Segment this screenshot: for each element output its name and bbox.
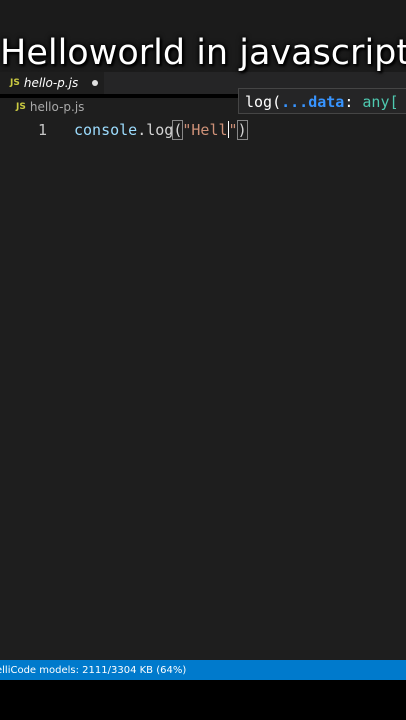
video-caption: Helloworld in javascript	[0, 33, 406, 73]
js-file-icon: JS	[16, 102, 26, 112]
code-token-dot: .	[137, 121, 147, 139]
status-bar: elliCode models: 2111/3304 KB (64%)	[0, 660, 406, 680]
status-intellicode[interactable]: elliCode models: 2111/3304 KB (64%)	[0, 665, 186, 676]
code-line[interactable]: console.log("Hell")	[74, 120, 248, 140]
code-token-close-paren: )	[236, 120, 248, 140]
unsaved-dot-icon[interactable]	[92, 80, 99, 86]
code-token-string: "Hell	[182, 121, 228, 139]
js-file-icon: JS	[10, 78, 20, 88]
line-number: 1	[38, 121, 48, 139]
code-token-object: console	[74, 121, 138, 139]
breadcrumb-item-file[interactable]: hello-p.js	[30, 100, 85, 114]
hint-type: any[	[362, 93, 399, 111]
hint-function: log(	[245, 93, 282, 111]
hint-parameter: ...data	[281, 93, 345, 111]
code-editor[interactable]: 1 console.log("Hell")	[0, 116, 406, 660]
hint-colon: :	[344, 93, 363, 111]
letterbox-bottom	[0, 680, 406, 720]
parameter-hint-popup: log(...data: any[	[238, 88, 406, 114]
tab-label: hello-p.js	[23, 76, 79, 90]
code-token-method: log	[146, 121, 174, 139]
code-token-close-quote: "	[228, 121, 238, 139]
